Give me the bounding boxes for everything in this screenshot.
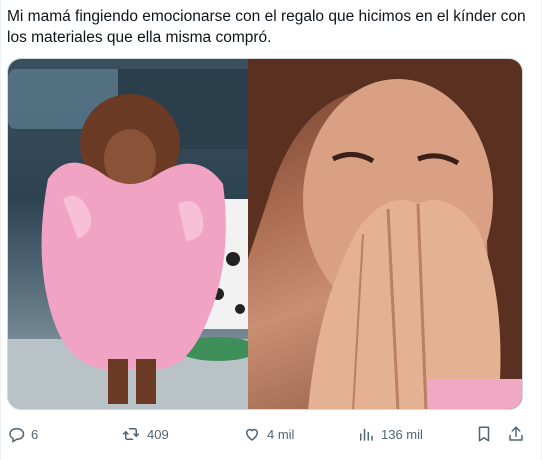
tweet-text: Mi mamá fingiendo emocionarse con el reg… — [7, 8, 526, 46]
reply-count: 6 — [31, 426, 39, 442]
tweet-media[interactable] — [7, 58, 523, 410]
media-image-right[interactable] — [248, 59, 522, 409]
reply-icon — [7, 425, 25, 443]
media-image-left[interactable] — [8, 59, 248, 409]
views-button[interactable]: 136 mil — [357, 420, 423, 448]
views-icon — [357, 425, 375, 443]
action-bar: 6 409 4 mil 136 mil — [1, 420, 542, 448]
like-button[interactable]: 4 mil — [243, 420, 294, 448]
views-count: 136 mil — [381, 426, 423, 442]
bookmark-button[interactable] — [475, 420, 493, 448]
like-count: 4 mil — [267, 426, 295, 442]
repost-count: 409 — [147, 426, 169, 442]
right-image-illustration — [248, 59, 522, 409]
tweet-card: Mi mamá fingiendo emocionarse con el reg… — [0, 0, 542, 460]
bookmark-icon — [475, 425, 493, 443]
left-image-illustration — [8, 69, 248, 409]
share-icon — [507, 425, 525, 443]
share-button[interactable] — [507, 420, 525, 448]
repost-icon — [121, 425, 141, 443]
heart-icon — [243, 425, 261, 443]
repost-button[interactable]: 409 — [121, 420, 169, 448]
reply-button[interactable]: 6 — [7, 420, 38, 448]
